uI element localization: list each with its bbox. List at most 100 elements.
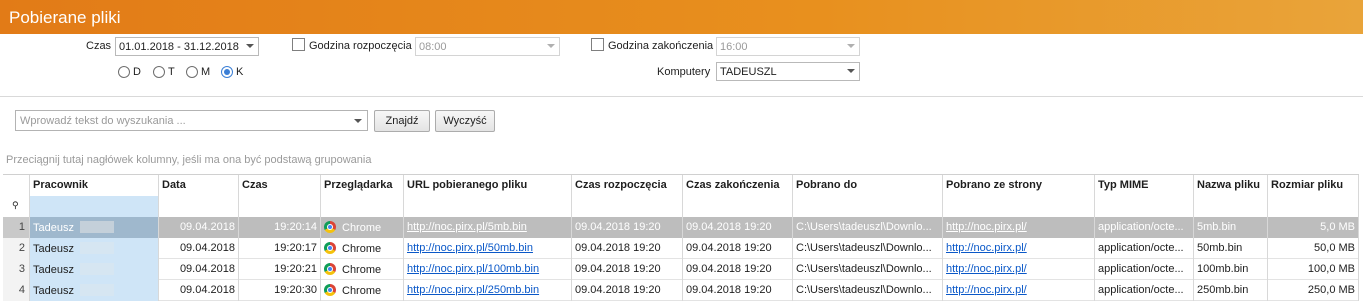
filter-cell-nazwa-pliku[interactable] [1194,196,1268,217]
godzina-zakonczenia-select[interactable]: 16:00 [716,37,860,56]
cell-czas-rozpoczecia: 09.04.2018 19:20 [572,217,683,238]
cell-czas-zakonczenia: 09.04.2018 19:20 [683,217,793,238]
radio-m[interactable] [186,66,198,78]
cell-przegladarka: Chrome [321,280,404,301]
column-header-czas[interactable]: Czas [239,175,321,196]
cell-pracownik: Tadeusz [30,217,159,238]
clear-button[interactable]: Wyczyść [435,110,495,132]
godzina-zakonczenia-label: Godzina zakończenia [608,40,714,52]
chevron-down-icon [547,44,555,48]
url-link[interactable]: http://noc.pirx.pl/50mb.bin [407,242,533,254]
cell-data: 09.04.2018 [159,238,239,259]
redacted-surname [79,284,114,296]
column-header-data[interactable]: Data [159,175,239,196]
radio-d[interactable] [118,66,130,78]
filter-cell-pracownik[interactable] [30,196,159,217]
title-bar: Pobierane pliki [0,0,1363,34]
browser-name: Chrome [342,243,382,255]
find-button[interactable]: Znajdź [374,110,430,132]
filter-cell-pobrano-ze-strony[interactable] [943,196,1095,217]
source-page-link[interactable]: http://noc.pirx.pl/ [946,221,1027,233]
redacted-surname [79,221,114,233]
radio-t-label: T [168,66,175,78]
window-title: Pobierane pliki [9,8,121,27]
chrome-icon [324,221,336,233]
cell-typ-mime: application/octe... [1095,238,1194,259]
cell-czas: 19:20:17 [239,238,321,259]
komputery-label: Komputery [657,66,711,78]
search-panel: Wprowadź tekst do wyszukania ... Znajdź … [0,96,1363,140]
cell-pobrano-do: C:\Users\tadeuszl\Downlo... [793,259,943,280]
chevron-down-icon [847,69,855,73]
pracownik-name: Tadeusz [33,285,74,297]
cell-url: http://noc.pirx.pl/5mb.bin [404,217,572,238]
column-header-czas-zakonczenia[interactable]: Czas zakończenia [683,175,793,196]
filter-cell-typ-mime[interactable] [1095,196,1194,217]
column-header-pobrano-ze-strony[interactable]: Pobrano ze strony [943,175,1095,196]
filter-cell-czas[interactable] [239,196,321,217]
cell-pobrano-ze-strony: http://noc.pirx.pl/ [943,238,1095,259]
cell-czas-zakonczenia: 09.04.2018 19:20 [683,259,793,280]
downloads-grid: Pracownik Data Czas Przeglądarka URL pob… [3,174,1359,301]
filter-cell-rozmiar-pliku[interactable] [1268,196,1359,217]
pin-icon: ⚲ [3,196,30,217]
radio-k[interactable] [221,66,233,78]
chevron-down-icon [246,44,254,48]
source-page-link[interactable]: http://noc.pirx.pl/ [946,263,1027,275]
url-link[interactable]: http://noc.pirx.pl/100mb.bin [407,263,539,275]
cell-url: http://noc.pirx.pl/100mb.bin [404,259,572,280]
search-input[interactable]: Wprowadź tekst do wyszukania ... [15,110,368,131]
radio-d-label: D [133,66,141,78]
radio-t[interactable] [153,66,165,78]
column-header-pobrano-do[interactable]: Pobrano do [793,175,943,196]
godzina-zakonczenia-checkbox[interactable] [591,38,604,51]
chrome-icon [324,284,336,296]
cell-typ-mime: application/octe... [1095,217,1194,238]
table-row[interactable]: 4 Tadeusz 09.04.2018 19:20:30 Chrome htt… [3,280,1359,301]
filter-cell-data[interactable] [159,196,239,217]
cell-pobrano-ze-strony: http://noc.pirx.pl/ [943,259,1095,280]
godzina-rozpoczecia-select[interactable]: 08:00 [415,37,560,56]
table-row[interactable]: 1 Tadeusz 09.04.2018 19:20:14 Chrome htt… [3,217,1359,238]
cell-pobrano-do: C:\Users\tadeuszl\Downlo... [793,238,943,259]
filter-cell-przegladarka[interactable] [321,196,404,217]
redacted-surname [79,242,114,254]
column-header-nazwa-pliku[interactable]: Nazwa pliku [1194,175,1268,196]
filter-cell-czas-rozpoczecia[interactable] [572,196,683,217]
url-link[interactable]: http://noc.pirx.pl/5mb.bin [407,221,527,233]
chevron-down-icon [847,44,855,48]
filter-cell-url[interactable] [404,196,572,217]
cell-rozmiar-pliku: 250,0 MB [1268,280,1359,301]
chrome-icon [324,242,336,254]
godzina-rozpoczecia-label: Godzina rozpoczęcia [309,40,412,52]
radio-k-label: K [236,66,244,78]
column-header-rozmiar-pliku[interactable]: Rozmiar pliku [1268,175,1359,196]
czas-value: 01.01.2018 - 31.12.2018 [119,41,239,53]
column-header-typ-mime[interactable]: Typ MIME [1095,175,1194,196]
column-header-url[interactable]: URL pobieranego pliku [404,175,572,196]
pracownik-name: Tadeusz [33,264,74,276]
table-row[interactable]: 3 Tadeusz 09.04.2018 19:20:21 Chrome htt… [3,259,1359,280]
cell-czas-zakonczenia: 09.04.2018 19:20 [683,280,793,301]
table-row[interactable]: 2 Tadeusz 09.04.2018 19:20:17 Chrome htt… [3,238,1359,259]
filter-cell-czas-zakonczenia[interactable] [683,196,793,217]
column-header-czas-rozpoczecia[interactable]: Czas rozpoczęcia [572,175,683,196]
browser-name: Chrome [342,285,382,297]
source-page-link[interactable]: http://noc.pirx.pl/ [946,284,1027,296]
chrome-icon [324,263,336,275]
redacted-surname [79,263,114,275]
komputery-select[interactable]: TADEUSZL [716,62,860,81]
search-placeholder: Wprowadź tekst do wyszukania ... [20,115,186,127]
column-header-pracownik[interactable]: Pracownik [30,175,159,196]
filter-cell-pobrano-do[interactable] [793,196,943,217]
pracownik-name: Tadeusz [33,222,74,234]
row-number: 1 [3,217,30,238]
group-by-panel[interactable]: Przeciągnij tutaj nagłówek kolumny, jeśl… [0,148,1363,172]
url-link[interactable]: http://noc.pirx.pl/250mb.bin [407,284,539,296]
cell-url: http://noc.pirx.pl/250mb.bin [404,280,572,301]
column-header-przegladarka[interactable]: Przeglądarka [321,175,404,196]
cell-data: 09.04.2018 [159,217,239,238]
source-page-link[interactable]: http://noc.pirx.pl/ [946,242,1027,254]
godzina-rozpoczecia-checkbox[interactable] [292,38,305,51]
czas-date-range-select[interactable]: 01.01.2018 - 31.12.2018 [115,37,259,56]
